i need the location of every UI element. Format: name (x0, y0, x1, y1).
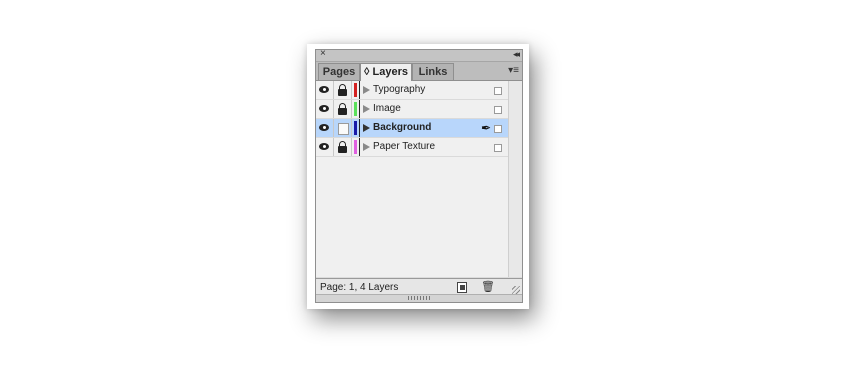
expand-triangle-icon[interactable] (363, 143, 370, 151)
layer-color-swatch (354, 140, 357, 154)
selection-square[interactable] (494, 125, 502, 133)
lock-toggle[interactable] (334, 81, 352, 99)
layers-list: Typography Image Background ✒ Paper Texture (316, 81, 508, 277)
tab-pages[interactable]: Pages (318, 63, 360, 80)
layer-name: Paper Texture (373, 141, 436, 152)
panel-titlebar: × ◂◂ (316, 48, 522, 62)
eye-icon (319, 86, 329, 93)
row-divider (359, 81, 360, 99)
visibility-toggle[interactable] (316, 100, 334, 118)
collapse-icon[interactable]: ◂◂ (513, 48, 520, 60)
expand-triangle-icon[interactable] (363, 105, 370, 113)
scrollbar[interactable] (508, 81, 522, 277)
layer-color-swatch (354, 83, 357, 97)
lock-toggle[interactable] (334, 119, 352, 137)
eye-icon (319, 124, 329, 131)
lock-icon (338, 108, 347, 115)
tab-bar: Pages ◊ Layers Links ▾≡ (316, 62, 522, 81)
expand-triangle-icon[interactable] (363, 124, 370, 132)
trash-icon[interactable]: 🗑 (481, 281, 495, 294)
layer-name: Background (373, 122, 432, 133)
layer-name: Typography (373, 84, 426, 95)
selection-square[interactable] (494, 87, 502, 95)
row-divider (359, 138, 360, 156)
layer-name: Image (373, 103, 401, 114)
tab-links[interactable]: Links (412, 63, 454, 80)
lock-toggle[interactable] (334, 138, 352, 156)
visibility-toggle[interactable] (316, 81, 334, 99)
selection-square[interactable] (494, 144, 502, 152)
layer-color-swatch (354, 121, 357, 135)
visibility-toggle[interactable] (316, 138, 334, 156)
lock-icon (338, 89, 347, 96)
layer-row[interactable]: Background ✒ (316, 119, 508, 138)
panel-menu-icon[interactable]: ▾≡ (508, 64, 519, 77)
layer-color-swatch (354, 102, 357, 116)
status-text: Page: 1, 4 Layers (320, 282, 399, 293)
tab-layers[interactable]: ◊ Layers (360, 63, 412, 81)
panel-bottom-bar (316, 294, 522, 302)
lock-toggle[interactable] (334, 100, 352, 118)
layer-row[interactable]: Typography (316, 81, 508, 100)
lock-icon (338, 146, 347, 153)
layer-row[interactable]: Image (316, 100, 508, 119)
unlocked-box (338, 123, 349, 135)
layers-panel: × ◂◂ Pages ◊ Layers Links ▾≡ Typography I… (315, 48, 523, 303)
eye-icon (319, 105, 329, 112)
resize-grip-icon[interactable] (512, 286, 520, 294)
close-icon[interactable]: × (320, 48, 326, 60)
layers-list-area: Typography Image Background ✒ Paper Texture (316, 81, 522, 277)
new-layer-icon[interactable] (457, 282, 467, 293)
panel-resize-handle[interactable] (408, 296, 432, 300)
pen-icon: ✒ (480, 121, 491, 135)
expand-triangle-icon[interactable] (363, 86, 370, 94)
selection-square[interactable] (494, 106, 502, 114)
layer-row[interactable]: Paper Texture (316, 138, 508, 157)
eye-icon (319, 143, 329, 150)
row-divider (359, 119, 360, 137)
visibility-toggle[interactable] (316, 119, 334, 137)
row-divider (359, 100, 360, 118)
